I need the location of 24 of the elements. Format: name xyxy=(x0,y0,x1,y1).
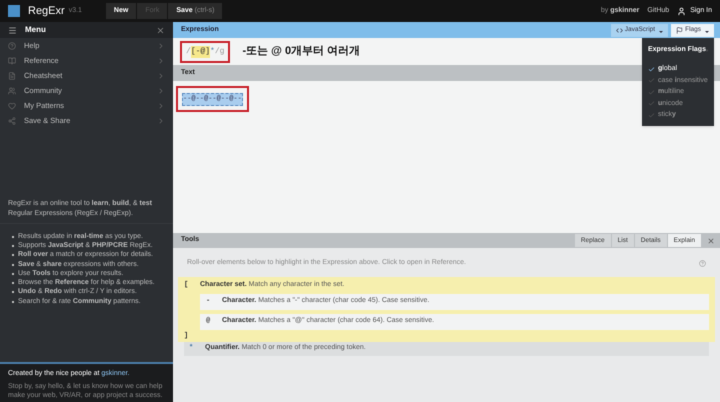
regex-delimiter: / xyxy=(186,46,191,58)
regex-quantifier: * xyxy=(210,46,215,58)
user-icon xyxy=(677,6,686,16)
help-icon xyxy=(8,42,16,50)
close-icon[interactable] xyxy=(707,236,715,244)
flag-icon xyxy=(676,26,684,34)
menu-icon xyxy=(8,26,17,34)
help-icon[interactable] xyxy=(699,260,706,267)
code-icon xyxy=(616,26,623,34)
menu-title: Menu xyxy=(25,24,46,36)
people-icon xyxy=(8,86,16,94)
app-name: RegExr xyxy=(28,4,65,19)
regex-set: [-@] xyxy=(190,46,210,58)
document-icon xyxy=(8,72,16,80)
book-icon xyxy=(8,56,16,64)
caret-icon xyxy=(705,30,709,32)
regex-flags: g xyxy=(220,46,224,58)
regex-delimiter: / xyxy=(214,46,220,58)
heart-icon xyxy=(8,102,16,110)
annotation-text: -또는 @ 0개부터 여러개 xyxy=(242,44,360,60)
close-icon[interactable] xyxy=(156,26,165,34)
logo-icon xyxy=(8,5,20,17)
share-icon xyxy=(8,116,16,124)
caret-icon xyxy=(659,30,664,32)
